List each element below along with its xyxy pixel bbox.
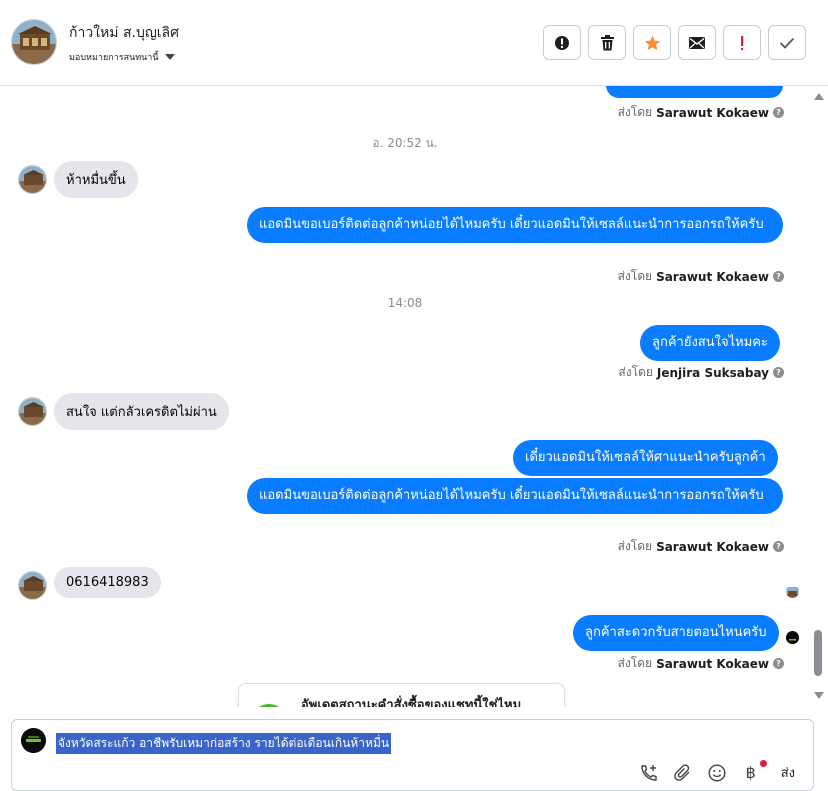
seen-indicator-avatar — [786, 631, 799, 644]
attach-button[interactable] — [673, 763, 693, 783]
delete-button[interactable] — [588, 25, 626, 60]
check-icon — [779, 37, 795, 49]
paperclip-icon — [673, 763, 690, 781]
page-avatar — [21, 728, 46, 753]
sender-name: Sarawut Kokaew — [656, 269, 769, 284]
help-icon[interactable]: ? — [773, 658, 784, 669]
message-bubble-incoming[interactable]: ห้าหมื่นขึ้น — [54, 161, 138, 198]
chevron-down-icon — [164, 54, 175, 60]
scroll-down-icon[interactable] — [814, 692, 824, 699]
conversation-header: ก้าวใหม่ ส.บุญเลิศ มอบหมายการสนทนานี้ — [0, 0, 828, 86]
smiley-icon — [708, 763, 726, 782]
alert-circle-icon — [555, 35, 569, 50]
sent-by-prefix: ส่งโดย — [617, 539, 653, 553]
sent-by-prefix: ส่งโดย — [618, 365, 653, 379]
contact-avatar-small[interactable] — [18, 571, 47, 600]
envelope-icon — [689, 36, 705, 49]
message-bubble-outgoing[interactable]: แอดมินขอเบอร์ติดต่อลูกค้าหน่อยได้ไหมครับ… — [247, 207, 783, 243]
contact-avatar-small[interactable] — [18, 165, 47, 194]
sent-by-prefix: ส่งโดย — [617, 269, 653, 283]
help-icon[interactable]: ? — [773, 107, 784, 118]
sender-name: Sarawut Kokaew — [656, 105, 769, 120]
assign-label: มอบหมายการสนทนานี้ — [69, 53, 159, 63]
sent-by-prefix: ส่งโดย — [617, 656, 653, 670]
star-button[interactable] — [633, 25, 671, 60]
message-bubble-incoming[interactable]: 0616418983 — [54, 567, 161, 598]
message-composer[interactable]: จังหวัดสระแก้ว อาชีพรับเหมาก่อสร้าง รายไ… — [11, 719, 814, 791]
assign-conversation-dropdown[interactable]: มอบหมายการสนทนานี้ — [69, 50, 175, 64]
message-list[interactable]: ส่งโดย Sarawut Kokaew ? อ. 20:52 น. ห้าห… — [0, 86, 810, 707]
scroll-up-icon[interactable] — [814, 93, 824, 100]
message-scrollbar[interactable] — [810, 86, 828, 707]
phone-add-icon — [641, 764, 657, 781]
sent-by-label: ส่งโดย Sarawut Kokaew ? — [618, 103, 784, 122]
emoji-button[interactable] — [707, 763, 727, 783]
follow-up-button[interactable] — [723, 25, 761, 60]
message-bubble-outgoing[interactable]: เดี๋ยวแอดมินให้เซลล์ให้ศาแนะนำครับลูกค้า — [513, 440, 778, 476]
conversation-actions — [543, 25, 806, 60]
send-button[interactable]: ส่ง — [781, 762, 795, 783]
timestamp: 14:08 — [387, 296, 423, 310]
sender-name: Sarawut Kokaew — [656, 539, 769, 554]
help-icon[interactable]: ? — [773, 541, 784, 552]
message-bubble-outgoing[interactable]: ลูกค้ายังสนใจไหมคะ — [640, 325, 780, 361]
sent-by-label: ส่งโดย Jenjira Suksabay ? — [618, 363, 784, 382]
mark-done-button[interactable] — [768, 25, 806, 60]
scrollbar-thumb[interactable] — [814, 630, 822, 676]
status-icon — [251, 704, 287, 707]
message-input[interactable]: จังหวัดสระแก้ว อาชีพรับเหมาก่อสร้าง รายไ… — [56, 733, 392, 754]
exclamation-icon — [741, 35, 744, 50]
sent-by-label: ส่งโดย Sarawut Kokaew ? — [618, 267, 784, 286]
call-button[interactable] — [639, 763, 659, 783]
sent-by-label: ส่งโดย Sarawut Kokaew ? — [618, 537, 784, 556]
contact-avatar-small[interactable] — [18, 397, 47, 426]
trash-icon — [600, 34, 614, 50]
seen-indicator-avatar — [786, 585, 799, 598]
star-icon — [644, 35, 660, 50]
payment-button[interactable]: ฿ — [741, 759, 767, 783]
spam-button[interactable] — [543, 25, 581, 60]
timestamp: อ. 20:52 น. — [372, 136, 438, 150]
sender-name: Sarawut Kokaew — [656, 656, 769, 671]
composer-tools: ฿ ส่ง — [639, 759, 795, 783]
message-bubble-outgoing[interactable]: ลูกค้าสะดวกรับสายตอนไหนครับ — [573, 615, 779, 651]
sent-by-prefix: ส่งโดย — [617, 105, 653, 119]
notification-dot — [759, 759, 767, 767]
contact-name[interactable]: ก้าวใหม่ ส.บุญเลิศ — [69, 22, 179, 44]
help-icon[interactable]: ? — [773, 367, 784, 378]
sender-name: Jenjira Suksabay — [656, 365, 769, 380]
baht-icon: ฿ — [745, 763, 756, 782]
mark-unread-button[interactable] — [678, 25, 716, 60]
message-bubble-incoming[interactable]: สนใจ แต่กลัวเครดิตไม่ผ่าน — [54, 393, 229, 430]
message-bubble-outgoing[interactable]: แอดมินขอเบอร์ติดต่อลูกค้าหน่อยได้ไหมครับ… — [247, 478, 783, 514]
contact-avatar[interactable] — [11, 19, 57, 65]
order-status-card[interactable]: อัพเดตสถานะคำสั่งซื้อของแชทนี้ใช่ไหม — [238, 683, 565, 707]
sent-by-label: ส่งโดย Sarawut Kokaew ? — [618, 654, 784, 673]
help-icon[interactable]: ? — [773, 271, 784, 282]
message-bubble-outgoing-clipped[interactable] — [606, 86, 783, 98]
order-status-prompt: อัพเดตสถานะคำสั่งซื้อของแชทนี้ใช่ไหม — [301, 698, 522, 707]
